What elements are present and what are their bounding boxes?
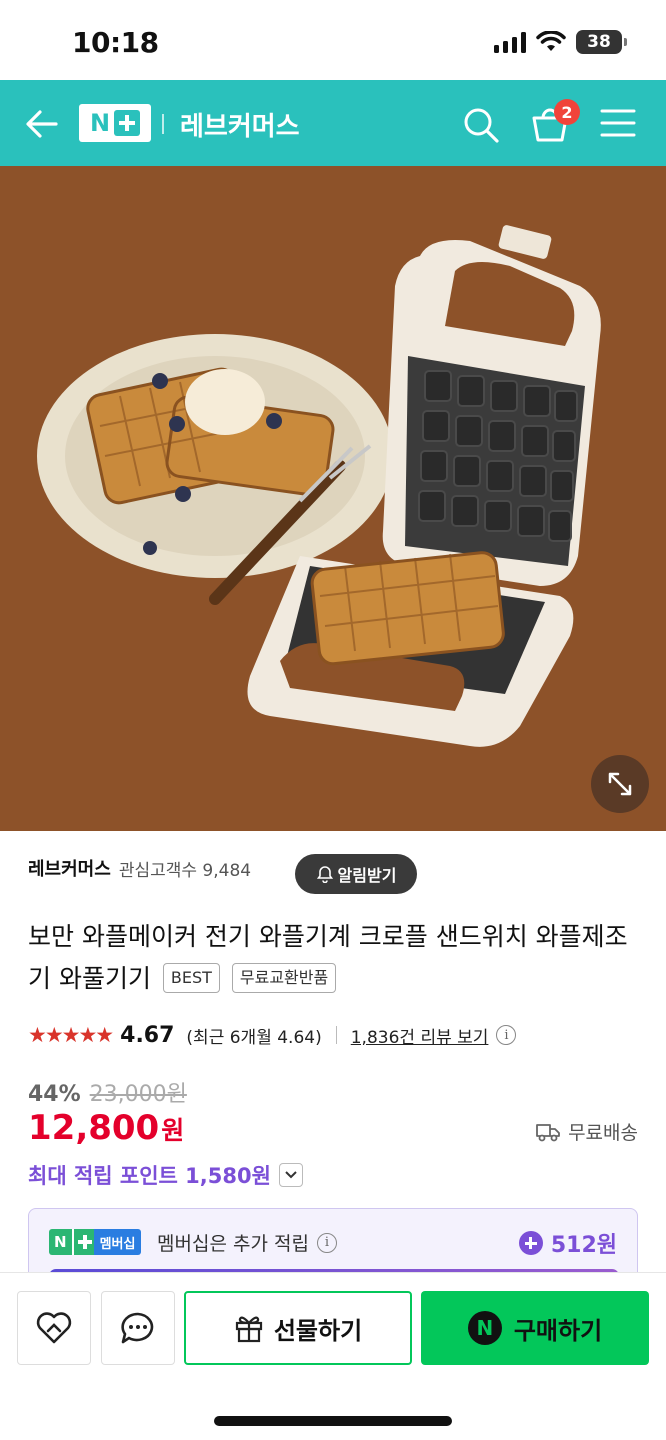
membership-points-value: 512원 — [550, 1233, 617, 1258]
wishlist-button[interactable] — [17, 1291, 91, 1365]
status-icons: 38 — [494, 30, 627, 54]
info-icon[interactable]: i — [316, 1232, 337, 1253]
truck-icon — [536, 1123, 560, 1141]
expand-icon — [608, 772, 632, 796]
star-rating-icon: ★★★★★ — [28, 1023, 114, 1047]
home-indicator — [214, 1416, 452, 1426]
notify-button[interactable]: 알림받기 — [295, 854, 417, 894]
shipping-label: 무료배송 — [568, 1122, 638, 1144]
rating-value: 4.67 — [120, 1022, 175, 1048]
membership-text-label: 멤버십은 추가 적립 — [157, 1233, 309, 1255]
gift-button[interactable]: 선물하기 — [184, 1291, 412, 1365]
sale-price-row: 12,800원 — [28, 1108, 184, 1148]
notify-label: 알림받기 — [337, 866, 397, 885]
header-divider — [162, 114, 164, 134]
chat-bubble-icon — [121, 1312, 154, 1344]
bell-plus-icon — [316, 866, 333, 883]
membership-badge-label: 멤버십 — [93, 1229, 142, 1255]
original-price: 23,000원 — [89, 1082, 187, 1107]
product-image[interactable] — [0, 166, 666, 831]
shipping-info: 무료배송 — [536, 1118, 638, 1145]
search-icon[interactable] — [462, 106, 500, 144]
chat-button[interactable] — [101, 1291, 175, 1365]
hamburger-menu-icon[interactable] — [600, 108, 636, 138]
buy-label: 구매하기 — [513, 1316, 603, 1345]
cart-count-badge: 2 — [554, 99, 580, 125]
product-title: 보만 와플메이커 전기 와플기계 크로플 샌드위치 와플제조기 와풀기기 BES… — [28, 916, 648, 1000]
store-row: 레브커머스 관심고객수 9,484 — [28, 855, 251, 881]
membership-badge: N 멤버십 — [49, 1229, 142, 1255]
cellular-signal-icon — [494, 31, 526, 53]
max-points: 최대 적립 포인트 1,580원 — [28, 1164, 271, 1188]
fan-count: 관심고객수 9,484 — [118, 860, 252, 881]
waffle-maker-illustration — [37, 225, 601, 747]
nplus-logo[interactable]: N — [79, 104, 151, 142]
battery-icon: 38 — [576, 30, 627, 54]
status-time: 10:18 — [72, 26, 159, 59]
info-icon[interactable]: i — [496, 1025, 517, 1045]
gift-icon — [235, 1316, 262, 1343]
best-tag: BEST — [162, 963, 220, 993]
free-return-tag: 무료교환반품 — [231, 963, 337, 993]
heart-icon — [36, 1312, 72, 1344]
discount-percent: 44% — [28, 1082, 81, 1107]
bottom-action-bar: 선물하기 N 구매하기 — [0, 1272, 666, 1440]
points-row[interactable]: 최대 적립 포인트 1,580원 — [28, 1160, 303, 1190]
nplus-logo-letter: N — [89, 109, 111, 137]
membership-badge-n: N — [49, 1229, 72, 1255]
store-name[interactable]: 레브커머스 — [180, 106, 300, 143]
membership-text: 멤버십은 추가 적립 i — [157, 1229, 337, 1256]
sale-price: 12,800 — [28, 1108, 160, 1148]
status-bar: 10:18 38 — [0, 0, 666, 80]
review-link[interactable]: 1,836건 리뷰 보기 — [351, 1023, 489, 1048]
wifi-icon — [536, 31, 566, 51]
discount-row: 44% 23,000원 — [28, 1076, 187, 1108]
plus-icon — [114, 110, 141, 136]
gift-label: 선물하기 — [273, 1316, 363, 1345]
divider — [335, 1026, 337, 1044]
membership-points: 512원 — [518, 1227, 617, 1259]
chevron-down-icon[interactable] — [278, 1163, 303, 1187]
buy-button[interactable]: N 구매하기 — [421, 1291, 649, 1365]
plus-circle-icon — [518, 1231, 543, 1255]
recent-rating: (최근 6개월 4.64) — [186, 1027, 322, 1048]
npay-icon: N — [467, 1311, 502, 1345]
rating-row: ★★★★★ 4.67 (최근 6개월 4.64) 1,836건 리뷰 보기 i — [28, 1018, 517, 1052]
back-arrow-icon[interactable] — [22, 104, 62, 144]
currency-label: 원 — [161, 1116, 185, 1145]
seller-name[interactable]: 레브커머스 — [28, 855, 111, 881]
plus-icon — [71, 1229, 94, 1255]
expand-image-button[interactable] — [591, 755, 649, 813]
